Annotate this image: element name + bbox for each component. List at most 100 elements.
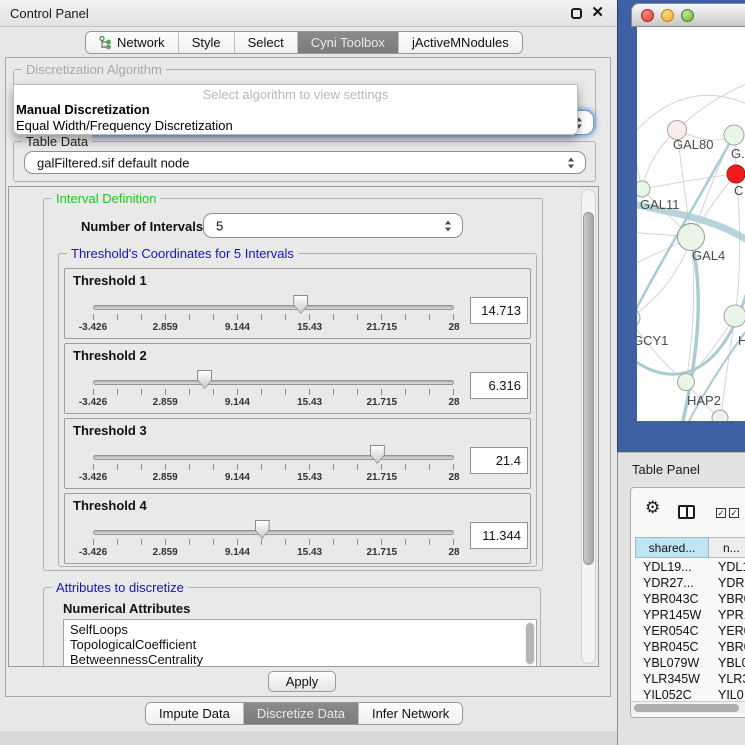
float-window-icon[interactable] [571,8,582,19]
cell-shared-name[interactable]: YER054C [635,623,709,639]
cell-shared-name[interactable]: YBR043C [635,591,709,607]
horizontal-scrollbar[interactable] [631,701,745,714]
cell-shared-name[interactable]: YDL19... [635,559,709,575]
tab-cyni-toolbox[interactable]: Cyni Toolbox [298,32,399,53]
dropdown-option-equal-width[interactable]: Equal Width/Frequency Discretization [14,118,577,134]
threshold-value-field[interactable]: 14.713 [470,297,528,324]
threshold-value-field[interactable]: 11.344 [470,522,528,549]
table-row[interactable]: YBR043CYBR0 [635,591,745,607]
numerical-attributes-list[interactable]: SelfLoopsTopologicalCoefficientBetweenne… [63,619,537,667]
threshold-slider-handle[interactable] [255,520,270,539]
num-intervals-spinner[interactable]: 5 [203,213,463,238]
table-row[interactable]: YBL079WYBL0 [635,655,745,671]
cell-name[interactable]: YBL0 [709,655,745,671]
table-rows[interactable]: YDL19...YDL1YDR27...YDR2YBR043CYBR0YPR14… [635,559,745,700]
network-node[interactable] [724,125,744,145]
network-node[interactable] [678,224,705,251]
tick-label: 9.144 [225,547,250,558]
tick-label: 2.859 [153,322,178,333]
column-header-name[interactable]: n... [709,537,745,558]
close-light-icon[interactable] [641,9,654,22]
close-icon[interactable]: ✕ [591,7,604,19]
threshold-slider-track[interactable] [93,530,454,535]
threshold-slider-handle[interactable] [293,295,308,314]
tab-style[interactable]: Style [179,32,235,53]
tab-jactivemnodules[interactable]: jActiveMNodules [399,32,522,53]
cell-name[interactable]: YDR2 [709,575,745,591]
attribute-items: SelfLoopsTopologicalCoefficientBetweenne… [70,622,536,667]
tab-impute-data[interactable]: Impute Data [146,703,244,724]
threshold-label: Threshold 4 [73,498,147,513]
cell-name[interactable]: YER0 [709,623,745,639]
threshold-slider-handle[interactable] [370,445,385,464]
attribute-item[interactable]: TopologicalCoefficient [70,637,536,652]
cell-name[interactable]: YIL0 [709,687,745,700]
cell-shared-name[interactable]: YLR345W [635,671,709,687]
cell-shared-name[interactable]: YIL052C [635,687,709,700]
cell-shared-name[interactable]: YBL079W [635,655,709,671]
tick-label: 15.43 [297,472,322,483]
control-panel: Control Panel ✕ Network Style Select Cyn… [0,0,617,731]
network-node[interactable] [637,181,650,197]
gear-icon[interactable]: ⚙ [645,500,660,517]
cell-name[interactable]: YPR1 [709,607,745,623]
column-header-shared-name[interactable]: shared... [635,537,709,558]
tab-select[interactable]: Select [235,32,298,53]
scrollbar-thumb[interactable] [634,704,739,712]
cell-name[interactable]: YBR0 [709,591,745,607]
attributes-list-scrollbar[interactable] [525,622,535,666]
slider-ticks [93,389,455,395]
table-panel: Table Panel ⚙ ✓ ✓ shared... n... YDL19..… [617,452,745,745]
zoom-light-icon[interactable] [681,9,694,22]
table-row[interactable]: YER054CYER0 [635,623,745,639]
cell-shared-name[interactable]: YBR045C [635,639,709,655]
threshold-slider-track[interactable] [93,455,454,460]
thresholds-container: Threshold 1 -3.4262.8599.14415.4321.7152… [59,268,536,564]
vertical-scrollbar[interactable] [581,189,596,664]
node-label: G. [731,146,745,161]
cell-shared-name[interactable]: YPR145W [635,607,709,623]
table-row[interactable]: YDL19...YDL1 [635,559,745,575]
network-canvas[interactable]: GAL80G.CGAL11GAL4GCY1HHAP2 [637,27,745,421]
table-data-combobox[interactable]: galFiltered.sif default node [24,151,586,174]
tab-infer-network[interactable]: Infer Network [359,703,462,724]
threshold-value-field[interactable]: 21.4 [470,447,528,474]
tick-label: -3.426 [79,547,107,558]
scrollbar-thumb[interactable] [526,623,534,664]
tab-label: Network [117,35,165,50]
attribute-item[interactable]: SelfLoops [70,622,536,637]
tab-discretize-data[interactable]: Discretize Data [244,703,359,724]
checkbox-icon[interactable]: ✓ [729,508,739,518]
threshold-slider-track[interactable] [93,380,454,385]
threshold-slider-track[interactable] [93,305,454,310]
attribute-item[interactable]: BetweennessCentrality [70,652,536,667]
tick-label: 9.144 [225,322,250,333]
table-row[interactable]: YIL052CYIL0 [635,687,745,700]
tick-label: 28 [448,472,459,483]
dropdown-option-manual[interactable]: Manual Discretization [14,102,577,118]
cell-name[interactable]: YDL1 [709,559,745,575]
threshold-block: Threshold 4 -3.4262.8599.14415.4321.7152… [64,493,531,564]
table-row[interactable]: YPR145WYPR1 [635,607,745,623]
tick-label: 2.859 [153,472,178,483]
columns-icon[interactable] [678,505,695,519]
network-node[interactable] [724,305,745,327]
cell-shared-name[interactable]: YDR27... [635,575,709,591]
network-node[interactable] [727,165,745,183]
tab-label: Cyni Toolbox [311,35,385,50]
minimize-light-icon[interactable] [661,9,674,22]
table-row[interactable]: YLR345WYLR3 [635,671,745,687]
network-node[interactable] [678,374,695,391]
network-node[interactable] [712,410,728,421]
cell-name[interactable]: YBR0 [709,639,745,655]
checkbox-icon[interactable]: ✓ [716,508,726,518]
tab-network[interactable]: Network [86,32,179,53]
table-row[interactable]: YDR27...YDR2 [635,575,745,591]
threshold-slider-handle[interactable] [197,370,212,389]
scrollbar-thumb[interactable] [583,212,594,565]
table-row[interactable]: YBR045CYBR0 [635,639,745,655]
node-label: GCY1 [637,333,668,348]
threshold-value-field[interactable]: 6.316 [470,372,528,399]
apply-button[interactable]: Apply [268,671,336,692]
cell-name[interactable]: YLR3 [709,671,745,687]
